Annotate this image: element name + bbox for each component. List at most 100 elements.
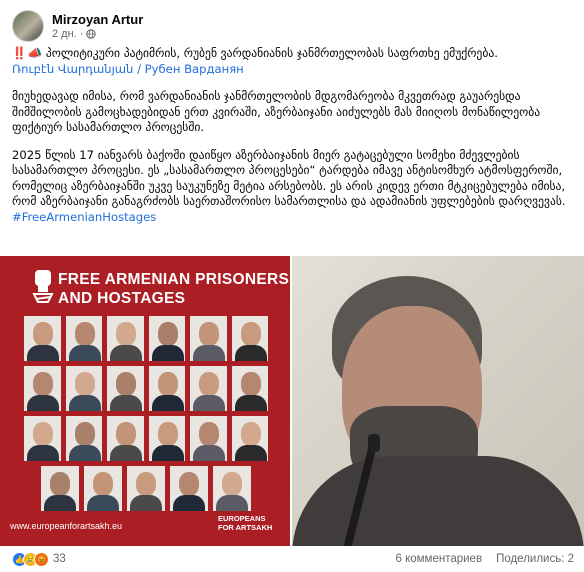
portrait-body — [27, 445, 59, 461]
portrait-head — [136, 472, 156, 496]
post-header: Mirzoyan Artur 2 дн. · — [12, 8, 143, 44]
reactions[interactable]: 👍 😢 😡 — [12, 551, 49, 567]
portrait-body — [87, 495, 119, 511]
alert-icon: ‼️ — [12, 46, 27, 60]
portrait-photo — [24, 416, 61, 461]
globe-icon[interactable] — [86, 28, 97, 39]
shares-link[interactable]: Поделились: 2 — [496, 553, 574, 565]
portrait-head — [157, 322, 178, 346]
portrait-photo — [231, 316, 268, 361]
portrait-head — [93, 472, 113, 496]
portrait-head — [157, 422, 178, 446]
portrait-body — [173, 495, 205, 511]
portrait-row — [24, 316, 268, 361]
portrait-head — [199, 422, 219, 446]
portrait-body — [68, 395, 101, 411]
post-footer: 👍 😢 😡 33 6 комментариев Поделились: 2 — [12, 550, 574, 568]
poster-url: www.europeanforartsakh.eu — [10, 521, 123, 531]
portrait-body — [234, 345, 267, 361]
portrait-body — [27, 345, 59, 361]
portrait-body — [151, 345, 184, 361]
portrait-body — [193, 395, 225, 411]
portrait-grid — [24, 316, 268, 516]
portrait-photo — [148, 316, 185, 361]
portrait-photo — [65, 366, 102, 411]
portrait-body — [68, 445, 101, 461]
poster-image[interactable]: FREE ARMENIAN PRISONERS AND HOSTAGES www… — [0, 256, 290, 546]
portrait-head — [116, 422, 136, 446]
portrait-photo — [231, 366, 268, 411]
portrait-row — [24, 366, 268, 411]
portrait-row — [24, 466, 268, 511]
portrait-photo — [107, 316, 144, 361]
portrait-head — [179, 472, 199, 496]
header-text: Mirzoyan Artur 2 дн. · — [52, 12, 143, 41]
angry-icon: 😡 — [34, 551, 49, 567]
poster-title-line-1: FREE ARMENIAN PRISONERS — [58, 271, 290, 288]
portrait-head — [240, 322, 261, 346]
comments-link[interactable]: 6 комментариев — [395, 553, 482, 565]
portrait-body — [234, 445, 267, 461]
photo-body — [292, 456, 584, 546]
portrait-head — [33, 422, 53, 446]
portrait-head — [222, 472, 242, 496]
portrait-row — [24, 416, 268, 461]
portrait-body — [130, 495, 162, 511]
portrait-photo — [24, 366, 61, 411]
portrait-photo — [213, 466, 251, 511]
portrait-photo — [84, 466, 122, 511]
portrait-photo — [148, 366, 185, 411]
portrait-photo — [65, 416, 102, 461]
portrait-body — [151, 395, 184, 411]
portrait-body — [110, 395, 142, 411]
portrait-body — [234, 395, 267, 411]
microphone-icon — [368, 434, 380, 452]
portrait-photo — [107, 366, 144, 411]
poster-brand-line-2: FOR ARTSAKH — [218, 523, 273, 532]
poster-title-line-2: AND HOSTAGES — [58, 290, 186, 307]
portrait-body — [68, 345, 101, 361]
portrait-head — [240, 422, 261, 446]
portrait-photo — [41, 466, 79, 511]
portrait-photo — [190, 416, 227, 461]
avatar[interactable] — [12, 10, 44, 42]
portrait-head — [240, 372, 261, 396]
portrait-photo — [148, 416, 185, 461]
portrait-body — [110, 345, 142, 361]
portrait-photo — [170, 466, 208, 511]
portrait-head — [33, 322, 53, 346]
names-line: Ռուբէն Վարդանյան / Рубен Варданян — [12, 61, 244, 76]
portrait-body — [193, 445, 225, 461]
poster-title: FREE ARMENIAN PRISONERS AND HOSTAGES — [58, 270, 289, 308]
portrait-head — [116, 322, 136, 346]
portrait-head — [157, 372, 178, 396]
portrait-photo — [190, 366, 227, 411]
portrait-photo — [107, 416, 144, 461]
fist-icon — [32, 270, 54, 303]
portrait-body — [216, 495, 248, 511]
poster-brand-line-1: EUROPEANS — [218, 514, 266, 523]
portrait-photo — [231, 416, 268, 461]
portrait-head — [74, 322, 95, 346]
post-title-line: ‼️ 📣 პოლიტიკური პატიმრის, რუბენ ვარდანიანი… — [12, 46, 578, 62]
portrait-head — [33, 372, 53, 396]
portrait-head — [116, 372, 136, 396]
author-name[interactable]: Mirzoyan Artur — [52, 12, 143, 27]
portrait-body — [110, 445, 142, 461]
hashtag-link[interactable]: #FreeArmenianHostages — [12, 210, 578, 226]
portrait-body — [151, 445, 184, 461]
portrait-body — [27, 395, 59, 411]
portrait-head — [74, 422, 95, 446]
portrait-photo — [127, 466, 165, 511]
post-time[interactable]: 2 дн. — [52, 27, 77, 41]
post-text: ‼️ 📣 პოლიტიკური პატიმრის, რუბენ ვარდანიანი… — [12, 46, 578, 225]
portrait-head — [199, 372, 219, 396]
person-photo[interactable] — [292, 256, 584, 546]
portrait-photo — [65, 316, 102, 361]
portrait-body — [44, 495, 76, 511]
post-title: პოლიტიკური პატიმრის, რუბენ ვარდანიანის ჯ… — [45, 46, 498, 60]
portrait-head — [199, 322, 219, 346]
portrait-photo — [24, 316, 61, 361]
paragraph-2: 2025 წლის 17 იანვარს ბაქოში დაიწყო აზერბ… — [12, 147, 566, 209]
reaction-count[interactable]: 33 — [53, 553, 66, 565]
